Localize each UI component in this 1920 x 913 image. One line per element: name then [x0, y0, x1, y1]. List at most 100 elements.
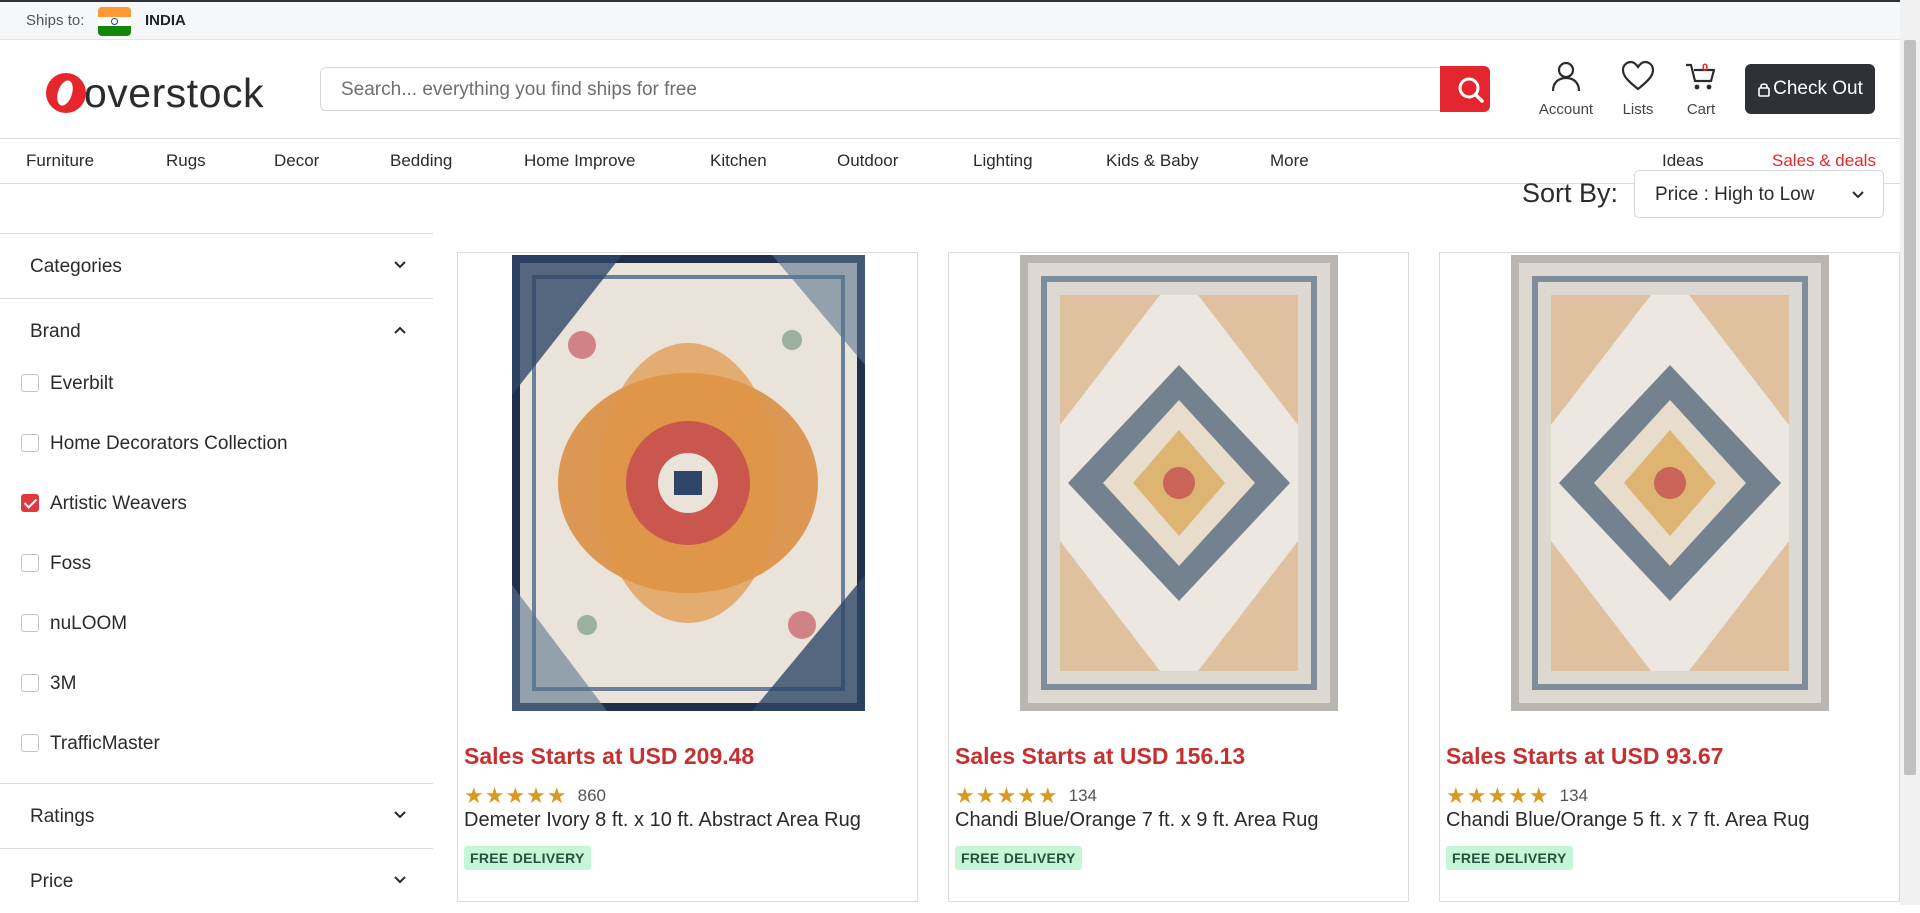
brand-option-label: Foss: [50, 553, 92, 574]
site-header: overstock Account Lists 0 Cart: [0, 40, 1900, 139]
product-image[interactable]: [1511, 255, 1829, 711]
product-rating[interactable]: ★★★★★ 134: [955, 785, 1097, 807]
review-count: 134: [1559, 786, 1588, 805]
filter-ratings-title: Ratings: [30, 806, 95, 827]
product-image[interactable]: [1020, 255, 1338, 711]
brand-checkbox[interactable]: [21, 434, 39, 452]
filter-brand: Brand Everbilt Home Decorators Collectio…: [0, 298, 433, 783]
brand-checkbox[interactable]: [21, 374, 39, 392]
free-delivery-badge: FREE DELIVERY: [1446, 846, 1573, 870]
search-input[interactable]: [339, 78, 1443, 102]
filter-price: Price: [0, 848, 433, 913]
cart-button[interactable]: 0 Cart: [1666, 60, 1736, 118]
product-price: Sales Starts at USD 156.13: [955, 743, 1246, 769]
brand-option-label: Artistic Weavers: [50, 493, 187, 514]
star-rating-icon: ★★★★★: [1446, 783, 1550, 808]
review-count: 860: [577, 786, 606, 805]
product-name[interactable]: Chandi Blue/Orange 7 ft. x 9 ft. Area Ru…: [955, 809, 1319, 832]
filter-price-header[interactable]: Price: [0, 849, 433, 913]
ships-to-bar: Ships to: INDIA: [0, 2, 1920, 40]
brand-option-trafficmaster[interactable]: TrafficMaster: [0, 723, 433, 783]
brand-option-nuloom[interactable]: nuLOOM: [0, 603, 433, 663]
product-card[interactable]: Sales Starts at USD 93.67 ★★★★★ 134 Chan…: [1439, 252, 1900, 902]
lock-icon: [1758, 83, 1770, 97]
product-card[interactable]: Sales Starts at USD 156.13 ★★★★★ 134 Cha…: [948, 252, 1409, 902]
nav-item-bedding[interactable]: Bedding: [390, 151, 452, 171]
cart-label: Cart: [1686, 101, 1716, 118]
nav-item-decor[interactable]: Decor: [274, 151, 319, 171]
chevron-down-icon: [394, 876, 406, 884]
filter-categories-header[interactable]: Categories: [0, 234, 433, 298]
free-delivery-badge: FREE DELIVERY: [464, 846, 591, 870]
checkout-button[interactable]: Check Out: [1745, 64, 1875, 114]
cart-count-badge: 0: [1702, 62, 1709, 74]
brand-option-label: TrafficMaster: [50, 733, 160, 754]
brand-option-everbilt[interactable]: Everbilt: [0, 363, 433, 423]
filter-brand-title: Brand: [30, 321, 81, 342]
sort-select-value: Price : High to Low: [1655, 184, 1815, 205]
nav-item-ideas[interactable]: Ideas: [1662, 151, 1704, 171]
brand-checkbox[interactable]: [21, 554, 39, 572]
filter-price-title: Price: [30, 871, 74, 892]
filter-sidebar: Categories Brand Everbilt Home Decorator…: [0, 233, 433, 913]
nav-item-sales-deals[interactable]: Sales & deals: [1772, 151, 1876, 171]
chevron-down-icon: [1852, 191, 1864, 199]
india-flag-icon[interactable]: [98, 7, 131, 36]
page-scrollbar-thumb[interactable]: [1904, 40, 1916, 775]
brand-checkbox[interactable]: [21, 614, 39, 632]
product-price: Sales Starts at USD 209.48: [464, 743, 755, 769]
product-rating[interactable]: ★★★★★ 134: [1446, 785, 1588, 807]
nav-item-more[interactable]: More: [1270, 151, 1309, 171]
brand-checkbox[interactable]: [21, 674, 39, 692]
chevron-down-icon: [394, 261, 406, 269]
brand-option-3m[interactable]: 3M: [0, 663, 433, 723]
brand-option-label: nuLOOM: [50, 613, 128, 634]
filter-categories-title: Categories: [30, 256, 122, 277]
free-delivery-badge: FREE DELIVERY: [955, 846, 1082, 870]
star-rating-icon: ★★★★★: [955, 783, 1059, 808]
account-button[interactable]: Account: [1531, 60, 1601, 118]
filter-brand-header[interactable]: Brand: [0, 299, 433, 363]
product-card[interactable]: Sales Starts at USD 209.48 ★★★★★ 860 Dem…: [457, 252, 918, 902]
nav-item-kids-baby[interactable]: Kids & Baby: [1106, 151, 1199, 171]
product-rating[interactable]: ★★★★★ 860: [464, 785, 606, 807]
brand-checkbox[interactable]: [21, 734, 39, 752]
brand-option-artistic-weavers[interactable]: Artistic Weavers: [0, 483, 433, 543]
brand-option-foss[interactable]: Foss: [0, 543, 433, 603]
nav-item-outdoor[interactable]: Outdoor: [837, 151, 898, 171]
heart-icon: [1621, 60, 1655, 91]
chevron-up-icon: [394, 326, 406, 334]
nav-item-lighting[interactable]: Lighting: [973, 151, 1033, 171]
filter-ratings: Ratings: [0, 783, 433, 848]
product-name[interactable]: Chandi Blue/Orange 5 ft. x 7 ft. Area Ru…: [1446, 809, 1810, 832]
sort-by-label: Sort By:: [1522, 178, 1619, 208]
nav-item-kitchen[interactable]: Kitchen: [710, 151, 767, 171]
brand-option-label: Home Decorators Collection: [50, 433, 288, 454]
brand-checkbox-checked[interactable]: [21, 494, 39, 512]
product-price: Sales Starts at USD 93.67: [1446, 743, 1724, 769]
product-name[interactable]: Demeter Ivory 8 ft. x 10 ft. Abstract Ar…: [464, 809, 861, 832]
search-icon: [1458, 77, 1484, 103]
filter-categories: Categories: [0, 233, 433, 298]
brand-option-label: 3M: [50, 673, 77, 694]
nav-item-furniture[interactable]: Furniture: [26, 151, 94, 171]
user-icon: [1551, 61, 1581, 92]
filter-ratings-header[interactable]: Ratings: [0, 784, 433, 848]
checkout-label: Check Out: [1773, 78, 1863, 99]
nav-item-home-improve[interactable]: Home Improve: [524, 151, 635, 171]
ships-to-label: Ships to:: [26, 12, 85, 29]
lists-label: Lists: [1622, 101, 1654, 118]
lists-button[interactable]: Lists: [1603, 60, 1673, 118]
brand-option-label: Everbilt: [50, 373, 114, 394]
product-image[interactable]: [512, 255, 865, 711]
star-rating-icon: ★★★★★: [464, 783, 568, 808]
ships-to-country[interactable]: INDIA: [145, 12, 186, 29]
search-box: [320, 67, 1490, 111]
brand-option-home-decorators-collection[interactable]: Home Decorators Collection: [0, 423, 433, 483]
overstock-logo[interactable]: overstock: [46, 68, 264, 118]
sort-select[interactable]: Price : High to Low: [1634, 170, 1884, 218]
cart-icon: [1686, 63, 1716, 90]
chevron-down-icon: [394, 811, 406, 819]
search-button[interactable]: [1440, 66, 1490, 112]
nav-item-rugs[interactable]: Rugs: [166, 151, 206, 171]
